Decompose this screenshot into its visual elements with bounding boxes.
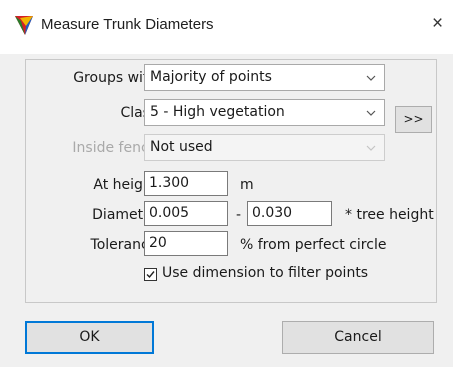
inside-fence-label: Inside fence: [72,140,162,156]
inside-fence-value: Not used [150,139,213,155]
at-height-input[interactable]: 1.300 [144,171,228,196]
title-bar: Measure Trunk Diameters × [0,0,453,54]
diameter-max-input[interactable]: 0.030 [247,201,332,226]
at-height-unit: m [240,177,254,193]
diameter-unit: * tree height [345,207,434,223]
chevron-down-icon [359,136,383,159]
inside-fence-select[interactable]: Not used [144,134,385,161]
diameter-separator: - [236,207,242,223]
groups-with-value: Majority of points [150,69,272,85]
ok-button[interactable]: OK [25,321,154,354]
chevron-down-icon [359,66,383,89]
class-more-button[interactable]: >> [395,106,432,133]
checkmark-icon [146,271,155,279]
diameter-min-input[interactable]: 0.005 [144,201,228,226]
tolerance-unit: % from perfect circle [240,237,387,253]
tolerance-label: Tolerance: [90,237,162,253]
settings-group: Groups with: Majority of points Class: 5… [25,59,437,303]
use-dimension-checkbox[interactable] [144,268,157,281]
at-height-label: At height: [93,177,162,193]
tolerance-input[interactable]: 20 [144,231,228,256]
groups-with-label: Groups with: [73,70,162,86]
cancel-button[interactable]: Cancel [282,321,434,354]
close-icon[interactable]: × [432,13,443,35]
use-dimension-label[interactable]: Use dimension to filter points [162,265,368,281]
diameter-label: Diameter: [92,207,162,223]
tree-icon [15,16,33,35]
groups-with-select[interactable]: Majority of points [144,64,385,91]
chevron-down-icon [359,101,383,124]
class-label: Class: [120,105,162,121]
class-select[interactable]: 5 - High vegetation [144,99,385,126]
class-value: 5 - High vegetation [150,104,285,120]
dialog-body: Groups with: Majority of points Class: 5… [0,54,453,367]
window-title: Measure Trunk Diameters [41,16,214,33]
